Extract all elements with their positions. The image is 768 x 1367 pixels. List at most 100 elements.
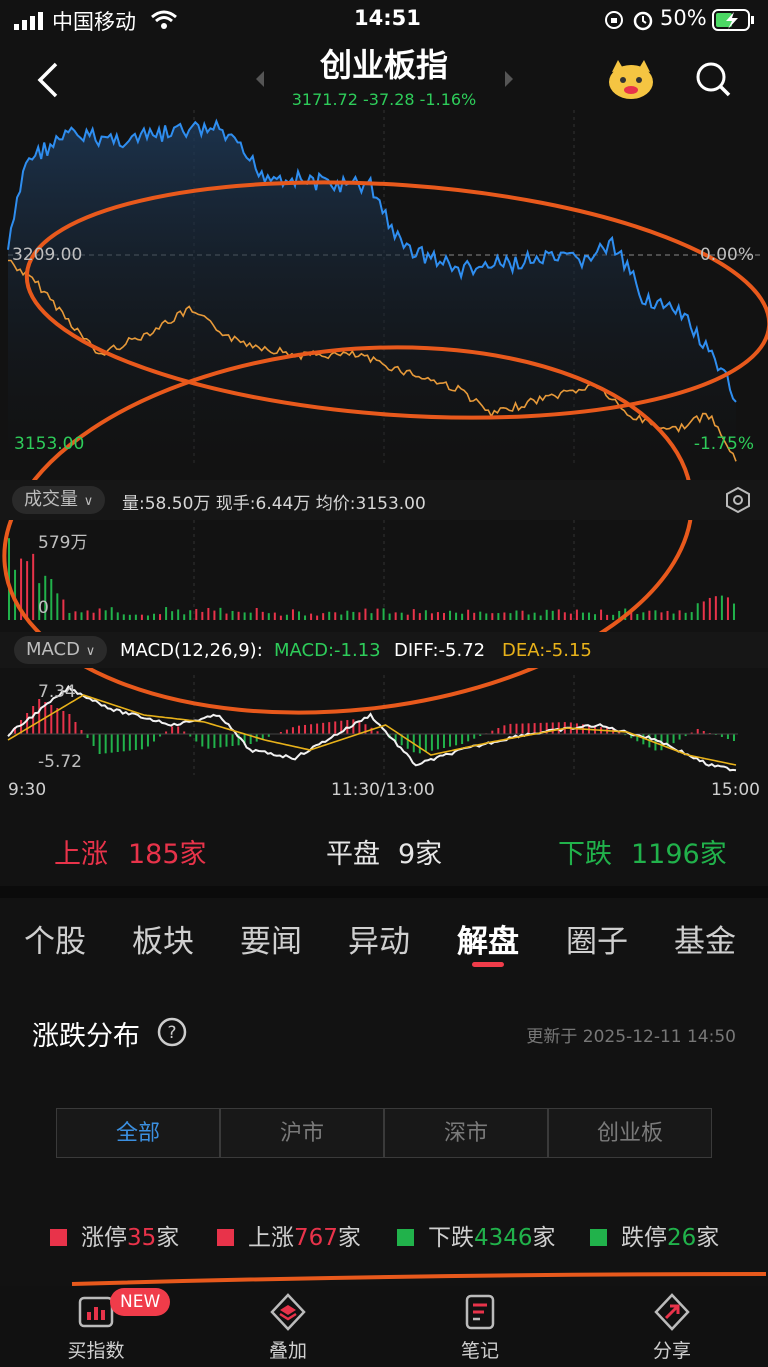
chevron-down-icon: ∨ [83, 494, 94, 509]
nav-label: 买指数 [67, 1340, 125, 1362]
macd-bar [678, 734, 681, 740]
macd-bar [98, 734, 101, 754]
nav-notes[interactable]: 笔记 [420, 1286, 540, 1363]
macd-bar [672, 734, 675, 744]
volume-bar [726, 597, 729, 620]
volume-bar [152, 613, 155, 620]
annotation-underline [71, 1272, 767, 1286]
macd-bar [503, 725, 506, 734]
tab-news[interactable]: 要闻 [240, 916, 302, 961]
next-index-icon[interactable] [503, 70, 515, 88]
macd-bar [358, 720, 361, 734]
volume-bar [648, 610, 651, 620]
down-count: 1196家 [631, 839, 727, 870]
volume-bar [165, 607, 168, 620]
volume-bar [406, 614, 409, 620]
macd-bar [726, 734, 729, 739]
volume-bar [183, 614, 186, 620]
macd-bar [455, 734, 458, 746]
volume-bar [261, 611, 264, 620]
orientation-lock-icon [605, 11, 623, 29]
macd-bar [334, 721, 337, 734]
macd-bar [521, 723, 524, 734]
macd-bar [140, 734, 143, 750]
volume-bar [678, 610, 681, 620]
macd-bar [201, 734, 204, 747]
volume-bar [479, 611, 482, 620]
share-icon [654, 1293, 690, 1331]
volume-bar [334, 612, 337, 620]
volume-bar [557, 609, 560, 620]
volume-bar [285, 614, 288, 620]
macd-bar [207, 734, 210, 749]
macd-bar [104, 734, 107, 754]
volume-bar [340, 614, 343, 620]
volume-bar [473, 612, 476, 620]
legend-value: 26 [667, 1225, 697, 1251]
macd-selector-label: MACD [26, 639, 80, 660]
volume-bar [207, 607, 210, 620]
macd-bar [68, 714, 71, 734]
volume-bar [171, 611, 174, 620]
dea-line [7, 694, 737, 766]
macd-indicator-selector[interactable]: MACD ∨ [14, 636, 108, 664]
segment-shanghai[interactable]: 沪市 [220, 1108, 384, 1158]
volume-indicator-selector[interactable]: 成交量 ∨ [12, 486, 106, 514]
new-badge: NEW [110, 1288, 171, 1316]
macd-bar [533, 723, 536, 734]
volume-bar [418, 613, 421, 620]
nav-overlay[interactable]: 叠加 [228, 1286, 348, 1363]
tab-analysis[interactable]: 解盘 [457, 916, 519, 961]
search-icon[interactable] [694, 60, 732, 98]
macd-value: MACD:-1.13 [274, 640, 381, 661]
volume-bar [322, 613, 325, 620]
legend-name: 涨停 [81, 1225, 127, 1251]
macd-bar [497, 728, 500, 734]
help-icon[interactable]: ? [156, 1016, 188, 1048]
tab-funds[interactable]: 基金 [674, 916, 736, 961]
volume-bar [231, 610, 234, 620]
nav-share[interactable]: 分享 [612, 1286, 732, 1363]
volume-bar [328, 611, 331, 620]
volume-bar [376, 608, 379, 620]
volume-bar [304, 615, 307, 620]
macd-bar [310, 724, 313, 734]
macd-bar [297, 725, 300, 734]
tab-movers[interactable]: 异动 [348, 916, 410, 961]
legend-suffix: 家 [532, 1225, 556, 1251]
segment-shenzhen[interactable]: 深市 [384, 1108, 548, 1158]
tab-community[interactable]: 圈子 [566, 916, 628, 961]
volume-bar [116, 612, 119, 620]
tab-stocks[interactable]: 个股 [24, 916, 86, 961]
distribution-title: 涨跌分布 [32, 1021, 140, 1052]
macd-bar [316, 723, 319, 734]
legend-value: 4346 [474, 1225, 533, 1251]
macd-bar [50, 705, 53, 734]
base-price-label: 3209.00 [12, 245, 83, 265]
mascot-icon[interactable] [606, 58, 656, 102]
intraday-chart[interactable]: 3209.00 0.00% 3153.00 -1.75% [0, 110, 768, 810]
volume-bar [533, 612, 536, 620]
segment-chinext[interactable]: 创业板 [548, 1108, 712, 1158]
volume-info-bar: 成交量 ∨ 量:58.50万 现手:6.44万 均价:3153.00 [0, 480, 768, 520]
macd-bar [26, 713, 29, 734]
volume-max-label: 579万 [38, 533, 88, 553]
legend-suffix: 家 [696, 1225, 720, 1251]
segment-all[interactable]: 全部 [56, 1108, 220, 1158]
volume-bar [62, 599, 65, 620]
volume-bar [575, 609, 578, 620]
volume-bar [569, 613, 572, 620]
volume-bar [310, 613, 313, 620]
volume-bar [219, 607, 222, 620]
settings-hex-icon[interactable] [725, 486, 751, 514]
macd-bar [38, 699, 41, 734]
volume-bar [86, 610, 89, 620]
volume-bar [600, 609, 603, 620]
nav-label: 分享 [652, 1340, 691, 1362]
macd-bar [430, 734, 433, 751]
macd-bar [328, 722, 331, 734]
volume-bar [213, 610, 216, 620]
macd-bar [509, 723, 512, 734]
volume-bar [461, 613, 464, 620]
tab-sectors[interactable]: 板块 [132, 916, 194, 961]
